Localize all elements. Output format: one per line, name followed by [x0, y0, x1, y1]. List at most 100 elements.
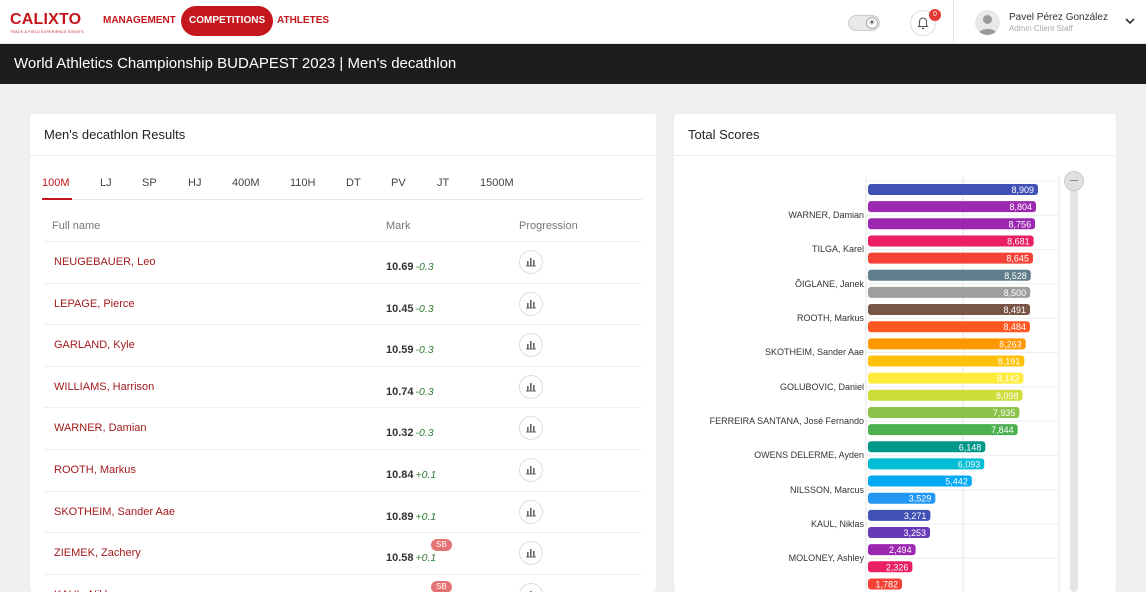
progression-button[interactable]	[519, 541, 543, 566]
mark-time: 10.58	[386, 552, 414, 565]
wind-reading: -0.3	[415, 344, 434, 357]
nav-competitions[interactable]: COMPETITIONS	[181, 6, 274, 36]
tab-lj[interactable]: LJ	[100, 177, 112, 189]
tab-110h[interactable]: 110H	[290, 177, 315, 189]
nav-athletes[interactable]: ATHLETES	[277, 6, 329, 36]
wind-reading: +0.1	[415, 510, 437, 523]
chart-category-label: NILSSON, Marcus	[789, 484, 864, 495]
mark-time: 10.89	[386, 510, 414, 523]
progression-button[interactable]	[519, 250, 543, 274]
mark-value: 10.59 -0.3	[386, 344, 434, 356]
athlete-name[interactable]: WILLIAMS, Harrison	[54, 381, 154, 393]
progression-button[interactable]	[519, 458, 543, 482]
row-divider	[44, 490, 642, 492]
athlete-name[interactable]: ZIEMEK, Zachery	[54, 547, 141, 559]
tabs-border	[42, 199, 642, 200]
chart-category-label: GOLUBOVIC, Daniel	[779, 381, 864, 392]
chart-category-label: SKOTHEIM, Sander Aae	[764, 347, 864, 358]
progression-button[interactable]	[519, 333, 543, 358]
row-divider	[44, 282, 642, 284]
athlete-name[interactable]: WARNER, Damian	[54, 422, 147, 434]
athlete-name[interactable]: LEPAGE, Pierce	[54, 298, 135, 310]
wind-reading: -0.3	[415, 261, 434, 273]
scores-card: Total Scores	[674, 114, 1116, 592]
wind-reading: -0.3	[415, 427, 434, 440]
logo-subtitle: TRACK & FIELD EXPERIENCE EVENTS	[10, 30, 84, 34]
chart-category-label: WARNER, Damian	[788, 210, 864, 221]
mark-value: 10.74 -0.3	[386, 386, 434, 398]
notification-badge: 0	[929, 9, 941, 21]
chart-scroll-handle[interactable]	[1064, 171, 1084, 191]
logo-text: CALIXTO	[10, 11, 82, 28]
tab-sp[interactable]: SP	[142, 177, 157, 189]
athlete-name[interactable]: NEUGEBAUER, Leo	[54, 256, 155, 268]
active-tab-indicator	[42, 198, 72, 200]
chart-scrollbar[interactable]	[1070, 176, 1078, 592]
progression-button[interactable]	[519, 291, 543, 316]
row-divider	[44, 324, 642, 326]
chart-category-label: KAUL, Niklas	[810, 518, 864, 529]
mark-value: 10.84 +0.1	[386, 469, 436, 481]
chart-category-label: TILGA, Karel	[811, 244, 864, 255]
wind-reading: -0.3	[415, 385, 434, 398]
mark-value: 10.45 -0.3	[386, 303, 434, 315]
user-name[interactable]: Pavel Pérez González	[1009, 12, 1108, 23]
athlete-name[interactable]: ROOTH, Markus	[54, 464, 136, 476]
wind-reading: -0.3	[415, 302, 434, 315]
progression-button[interactable]	[519, 582, 543, 592]
user-avatar-icon	[978, 15, 997, 35]
sun-icon: ☀	[866, 17, 878, 29]
athlete-name[interactable]: GARLAND, Kyle	[54, 339, 135, 351]
chart-category-label: ÕIGLANE, Janek	[794, 278, 864, 289]
scores-title: Total Scores	[688, 127, 760, 142]
mark-time: 10.59	[386, 344, 414, 357]
chevron-down-icon[interactable]	[1124, 15, 1136, 27]
scores-card-header: Total Scores	[674, 114, 1116, 156]
chart-category-label: OWENS DELERME, Ayden	[754, 450, 864, 461]
athlete-name[interactable]: SKOTHEIM, Sander Aae	[54, 506, 175, 518]
mark-value: 10.32 -0.3	[386, 427, 434, 439]
tab-jt[interactable]: JT	[437, 177, 449, 189]
progression-button[interactable]	[519, 374, 543, 399]
row-divider	[44, 241, 642, 242]
mark-time: 10.84	[386, 469, 414, 481]
progression-button[interactable]	[519, 416, 543, 441]
tab-1500m[interactable]: 1500M	[480, 177, 514, 189]
mark-value: 10.69 -0.3	[386, 261, 434, 273]
user-role: Admin Client Staff	[1009, 24, 1073, 33]
tab-400m[interactable]: 400M	[232, 177, 260, 189]
mark-time: 10.45	[386, 302, 414, 315]
progression-button[interactable]	[519, 499, 543, 524]
mark-time: 10.32	[386, 427, 414, 440]
column-header-progression: Progression	[519, 220, 578, 232]
row-divider	[44, 449, 642, 450]
row-divider	[44, 532, 642, 534]
tab-100m[interactable]: 100M	[42, 177, 70, 189]
scroll-handle-grip	[1070, 180, 1078, 181]
mark-time: 10.69	[386, 261, 414, 273]
chart-category-label: ROOTH, Markus	[796, 313, 864, 324]
top-nav: CALIXTO TRACK & FIELD EXPERIENCE EVENTS …	[0, 0, 1146, 44]
tab-hj[interactable]: HJ	[188, 177, 201, 189]
mark-value: 10.58 +0.1	[386, 552, 436, 564]
nav-management[interactable]: MANAGEMENT	[103, 6, 176, 36]
tab-dt[interactable]: DT	[346, 177, 361, 189]
tab-pv[interactable]: PV	[391, 177, 406, 189]
chart-category-label: FERREIRA SANTANA, José Fernando	[709, 415, 864, 426]
row-divider	[44, 365, 642, 367]
season-best-badge: SB	[431, 580, 452, 592]
calixto-logo[interactable]: CALIXTO TRACK & FIELD EXPERIENCE EVENTS	[10, 12, 92, 38]
results-card: Men's decathlon Results	[30, 114, 656, 592]
nav-divider	[953, 0, 954, 44]
season-best-badge: SB	[431, 539, 452, 552]
wind-reading: +0.1	[415, 469, 437, 481]
mark-value: 10.89 +0.1	[386, 511, 436, 523]
avatar[interactable]	[975, 10, 1000, 35]
results-card-header: Men's decathlon Results	[30, 114, 656, 156]
results-title: Men's decathlon Results	[44, 127, 186, 142]
theme-toggle[interactable]: ☀	[848, 15, 880, 31]
page-title: World Athletics Championship BUDAPEST 20…	[14, 55, 457, 72]
chart-category-label: MOLONEY, Ashley	[788, 553, 864, 564]
row-divider	[44, 573, 642, 575]
page-title-bar: World Athletics Championship BUDAPEST 20…	[0, 44, 1146, 84]
